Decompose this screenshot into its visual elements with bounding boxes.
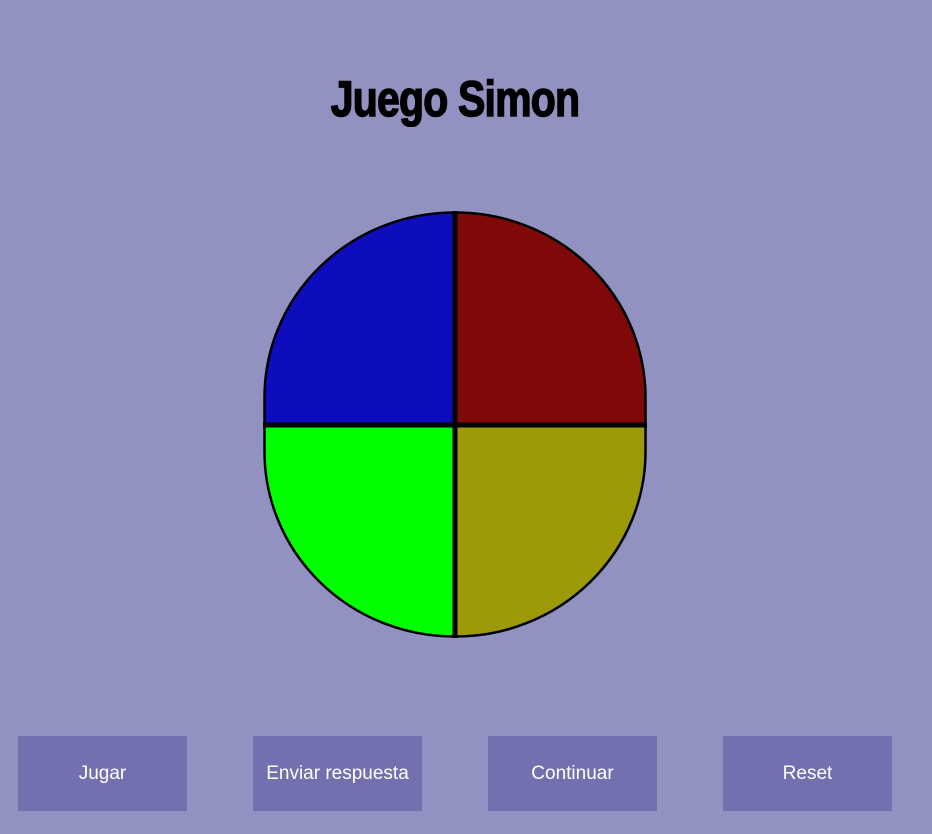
simon-quadrant-blue[interactable] bbox=[263, 211, 456, 426]
play-button[interactable]: Jugar bbox=[18, 736, 187, 811]
button-bar: Jugar Enviar respuesta Continuar Reset bbox=[0, 736, 932, 811]
continue-button[interactable]: Continuar bbox=[488, 736, 657, 811]
submit-answer-button[interactable]: Enviar respuesta bbox=[253, 736, 422, 811]
simon-board bbox=[263, 211, 647, 638]
simon-quadrant-yellow[interactable] bbox=[454, 424, 647, 638]
reset-button[interactable]: Reset bbox=[723, 736, 892, 811]
simon-quadrant-green[interactable] bbox=[263, 424, 456, 638]
page-title: Juego Simon bbox=[330, 70, 580, 128]
simon-quadrant-red[interactable] bbox=[454, 211, 647, 426]
